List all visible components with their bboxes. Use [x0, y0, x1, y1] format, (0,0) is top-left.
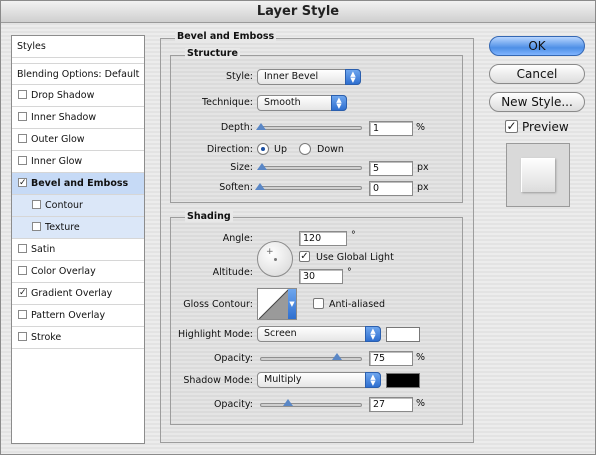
technique-popup[interactable]: Smooth ▲ ▼: [257, 95, 347, 111]
style-item-texture[interactable]: Texture: [12, 217, 144, 239]
structure-title: Structure: [185, 48, 240, 59]
window-title: Layer Style: [1, 1, 595, 23]
highlight-opacity-slider[interactable]: [260, 357, 362, 361]
checkmark-icon: ✓: [300, 251, 309, 262]
shadow-color-swatch[interactable]: [386, 373, 420, 388]
size-slider[interactable]: [260, 166, 362, 170]
direction-up-radio[interactable]: [257, 143, 269, 155]
soften-unit: px: [417, 182, 429, 193]
size-unit: px: [417, 162, 429, 173]
depth-unit: %: [416, 122, 426, 133]
angle-dial-icon[interactable]: +: [257, 241, 293, 277]
styles-header[interactable]: Styles: [12, 36, 144, 58]
use-global-light-label: Use Global Light: [316, 252, 394, 263]
checkmark-icon[interactable]: ✓: [18, 288, 27, 298]
checkmark-icon[interactable]: ✓: [18, 178, 27, 188]
shadow-mode-popup[interactable]: Multiply ▲ ▼: [257, 372, 381, 388]
ok-button[interactable]: OK: [489, 36, 585, 56]
style-item-drop-shadow[interactable]: Drop Shadow: [12, 85, 144, 107]
highlight-opacity-input[interactable]: 75: [369, 351, 413, 366]
size-slider-thumb[interactable]: [257, 163, 268, 170]
checkbox-icon[interactable]: [18, 244, 27, 253]
shadow-opacity-slider-thumb[interactable]: [282, 399, 293, 406]
shading-group: [170, 217, 463, 425]
style-item-inner-glow[interactable]: Inner Glow: [12, 151, 144, 173]
technique-label: Technique:: [201, 97, 253, 108]
style-item-stroke[interactable]: Stroke: [12, 327, 144, 349]
popup-arrows-icon: ▲ ▼: [365, 372, 381, 388]
angle-input[interactable]: 120: [299, 231, 347, 246]
contour-curve-icon[interactable]: ▼: [257, 288, 297, 320]
anti-aliased-label: Anti-aliased: [329, 299, 386, 310]
angle-degree-symbol: °: [351, 230, 356, 241]
style-item-inner-shadow[interactable]: Inner Shadow: [12, 107, 144, 129]
highlight-mode-popup[interactable]: Screen ▲ ▼: [257, 326, 381, 342]
direction-up-label: Up: [274, 144, 287, 155]
gloss-contour-label: Gloss Contour:: [183, 299, 253, 310]
checkbox-icon[interactable]: [32, 222, 41, 231]
highlight-color-swatch[interactable]: [386, 327, 420, 342]
shadow-opacity-label: Opacity:: [213, 399, 253, 410]
new-style-button[interactable]: New Style...: [489, 92, 585, 112]
shadow-opacity-input[interactable]: 27: [369, 397, 413, 412]
style-item-satin[interactable]: Satin: [12, 239, 144, 261]
checkbox-icon[interactable]: [32, 200, 41, 209]
preview-checkbox[interactable]: ✓: [505, 120, 518, 133]
soften-input[interactable]: 0: [369, 181, 413, 196]
style-item-outer-glow[interactable]: Outer Glow: [12, 129, 144, 151]
checkmark-icon: ✓: [506, 119, 517, 133]
shadow-mode-label: Shadow Mode:: [183, 375, 253, 386]
checkbox-icon[interactable]: [18, 112, 27, 121]
popup-arrows-icon: ▲ ▼: [345, 69, 361, 85]
size-label: Size:: [230, 162, 253, 173]
direction-down-label: Down: [317, 144, 344, 155]
shadow-opacity-unit: %: [416, 398, 426, 409]
soften-slider-thumb[interactable]: [255, 183, 265, 190]
anti-aliased-checkbox[interactable]: [313, 298, 324, 309]
checkbox-icon[interactable]: [18, 134, 27, 143]
preview-label: Preview: [522, 120, 569, 134]
style-item-contour[interactable]: Contour: [12, 195, 144, 217]
checkbox-icon[interactable]: [18, 266, 27, 275]
preview-swatch-icon: [506, 143, 570, 207]
highlight-mode-label: Highlight Mode:: [178, 329, 253, 340]
style-item-bevel-and-emboss[interactable]: ✓ Bevel and Emboss: [12, 173, 144, 195]
style-item-gradient-overlay[interactable]: ✓ Gradient Overlay: [12, 283, 144, 305]
altitude-label: Altitude:: [212, 267, 253, 278]
highlight-opacity-label: Opacity:: [213, 353, 253, 364]
size-input[interactable]: 5: [369, 161, 413, 176]
use-global-light-checkbox[interactable]: ✓: [299, 251, 310, 262]
checkbox-icon[interactable]: [18, 310, 27, 319]
style-popup[interactable]: Inner Bevel ▲ ▼: [257, 69, 361, 85]
style-label: Style:: [225, 71, 253, 82]
cancel-button[interactable]: Cancel: [489, 64, 585, 84]
bevel-emboss-title: Bevel and Emboss: [175, 31, 277, 42]
checkbox-icon[interactable]: [18, 156, 27, 165]
checkbox-icon[interactable]: [18, 332, 27, 341]
blending-options-item[interactable]: Blending Options: Default: [12, 63, 144, 85]
soften-label: Soften:: [219, 182, 253, 193]
checkbox-icon[interactable]: [18, 90, 27, 99]
layer-style-window: Layer Style Styles Blending Options: Def…: [0, 0, 596, 455]
highlight-opacity-slider-thumb[interactable]: [331, 353, 342, 360]
depth-slider[interactable]: [260, 126, 362, 130]
depth-input[interactable]: 1: [369, 121, 413, 136]
shading-title: Shading: [185, 211, 233, 222]
soften-slider[interactable]: [260, 186, 362, 190]
angle-label: Angle:: [222, 233, 253, 244]
depth-slider-thumb[interactable]: [256, 123, 267, 130]
style-item-color-overlay[interactable]: Color Overlay: [12, 261, 144, 283]
direction-down-radio[interactable]: [299, 143, 311, 155]
popup-arrows-icon: ▲ ▼: [365, 326, 381, 342]
style-item-pattern-overlay[interactable]: Pattern Overlay: [12, 305, 144, 327]
styles-list: Styles Blending Options: Default Drop Sh…: [11, 35, 145, 444]
depth-label: Depth:: [220, 122, 253, 133]
altitude-degree-symbol: °: [347, 267, 352, 278]
shadow-opacity-slider[interactable]: [260, 403, 362, 407]
highlight-opacity-unit: %: [416, 352, 426, 363]
popup-arrows-icon: ▲ ▼: [331, 95, 347, 111]
direction-label: Direction:: [206, 144, 253, 155]
altitude-input[interactable]: 30: [299, 269, 343, 284]
